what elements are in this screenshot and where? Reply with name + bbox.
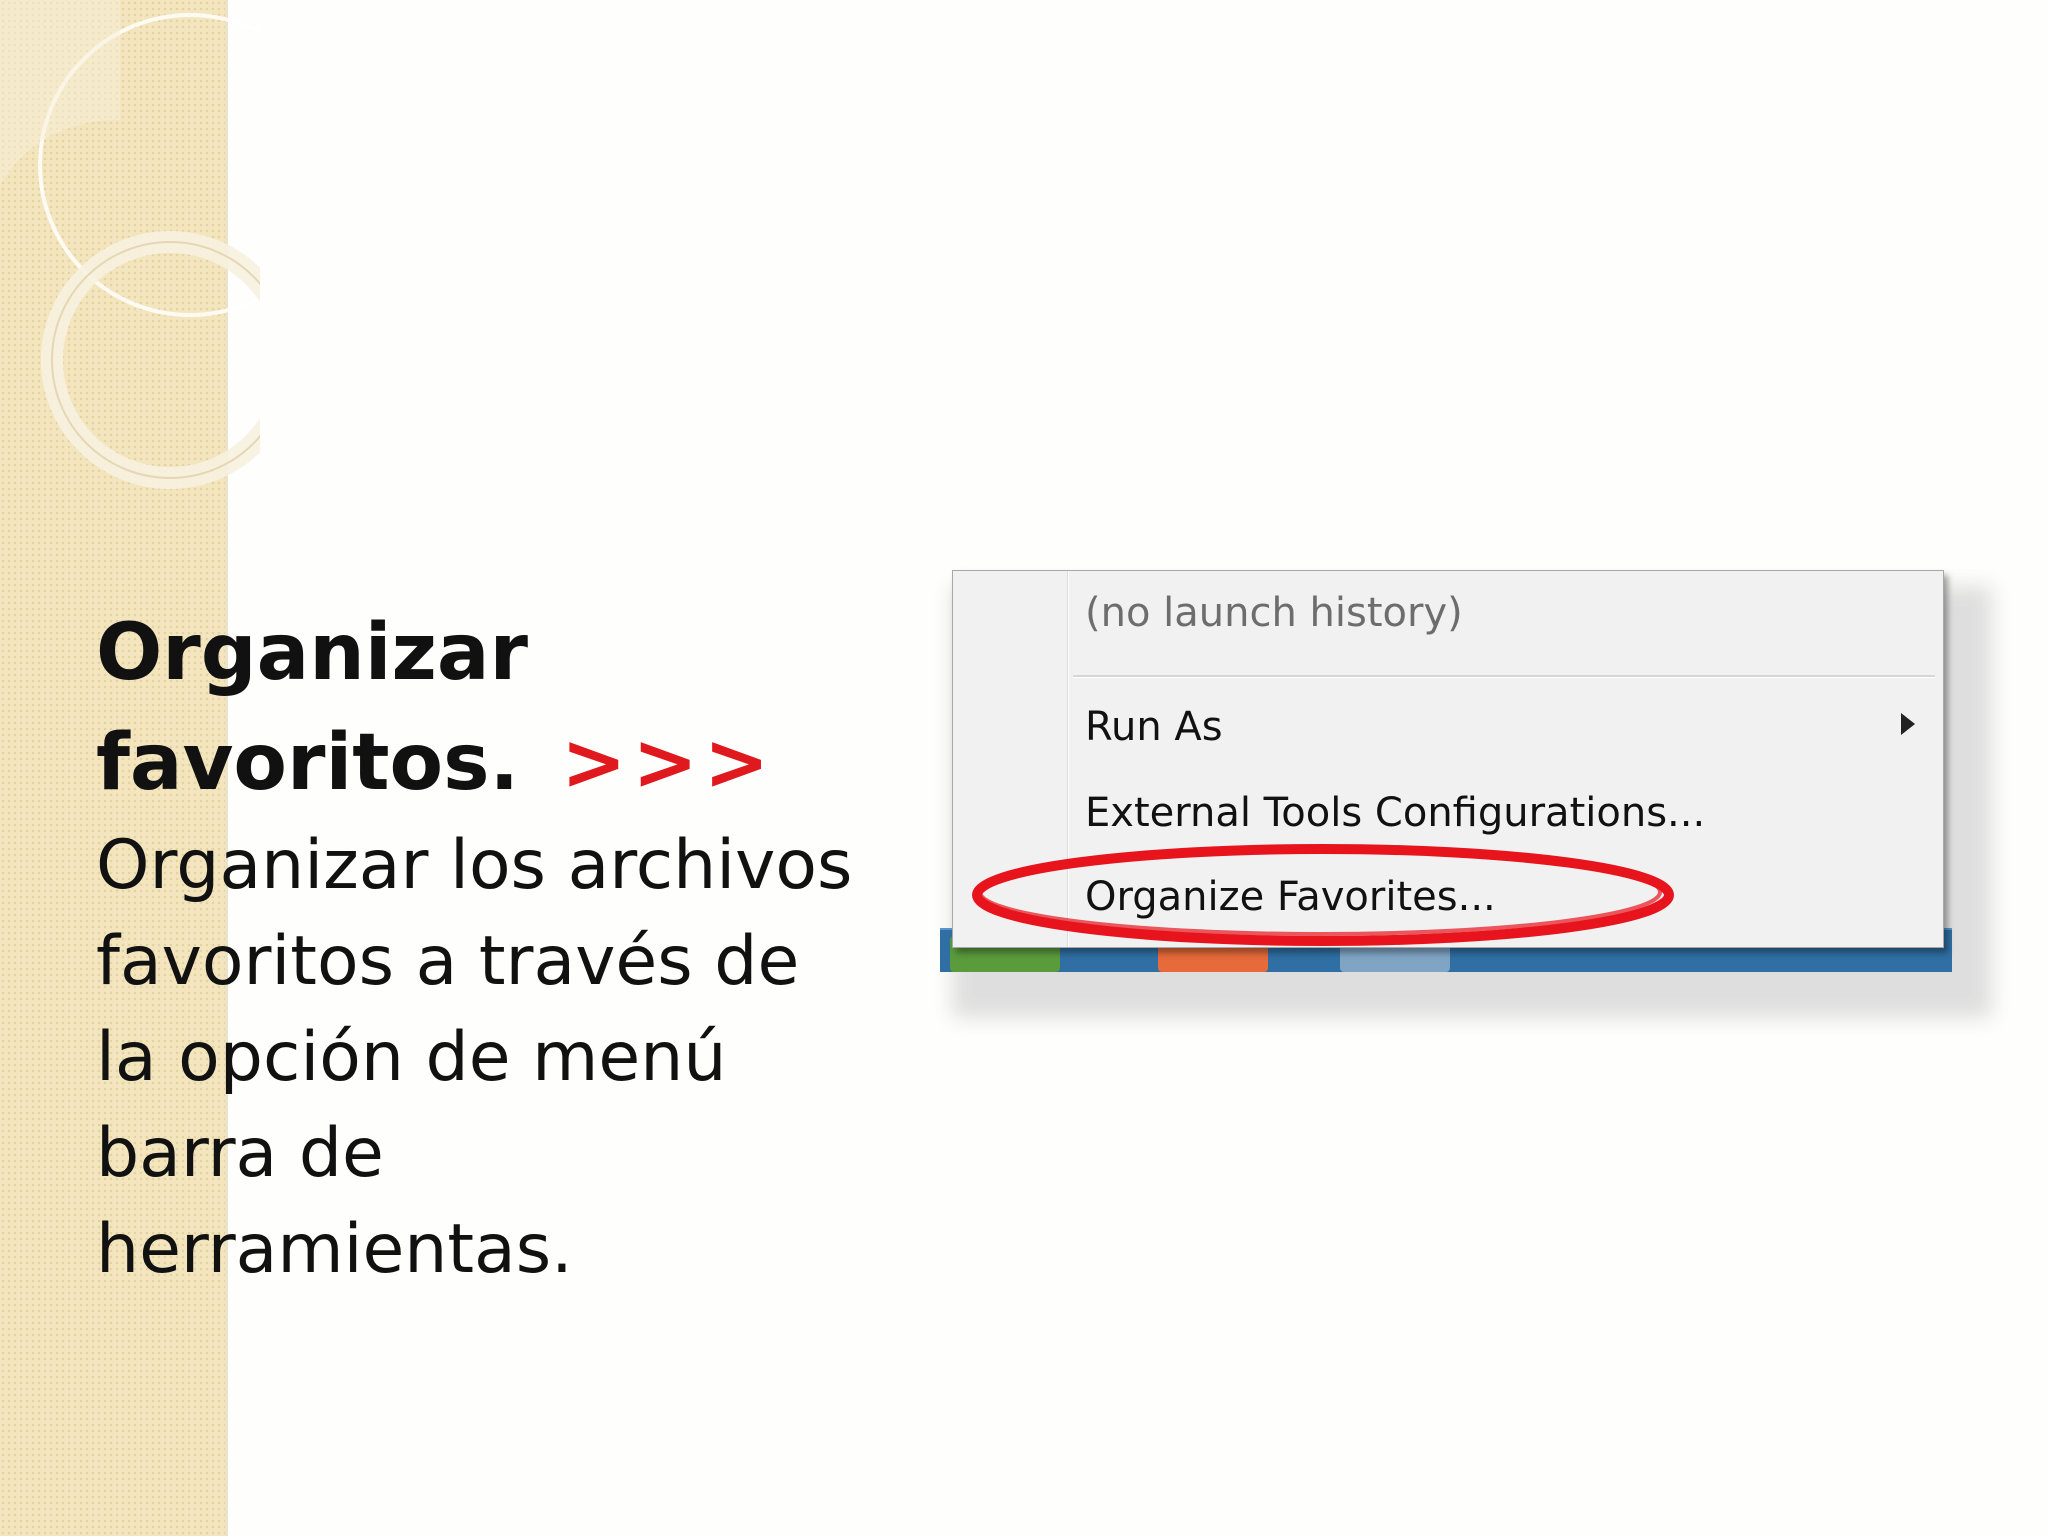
title-arrows: >>> <box>561 718 776 808</box>
slide-body-text: Organizar los archivos favoritos a travé… <box>96 826 853 1289</box>
slide-title: Organizar favoritos. >>> <box>96 598 876 818</box>
submenu-arrow-icon <box>1901 713 1915 735</box>
slide-text-block: Organizar favoritos. >>> Organizar los ar… <box>96 598 876 1298</box>
title-line-2: favoritos. >>> <box>96 708 876 818</box>
menu-item-external-tools[interactable]: External Tools Configurations... <box>1085 783 1705 843</box>
decorative-circles <box>0 0 260 489</box>
menu-separator <box>1073 675 1935 678</box>
menu-screenshot: (no launch history) Run As External Tool… <box>940 568 2000 1028</box>
title-line-2-text: favoritos. <box>96 718 520 808</box>
highlight-ring-icon <box>972 844 1674 946</box>
title-line-1: Organizar <box>96 608 529 698</box>
menu-item-run-as[interactable]: Run As <box>1085 697 1223 757</box>
menu-item-no-launch-history: (no launch history) <box>1085 590 1463 636</box>
